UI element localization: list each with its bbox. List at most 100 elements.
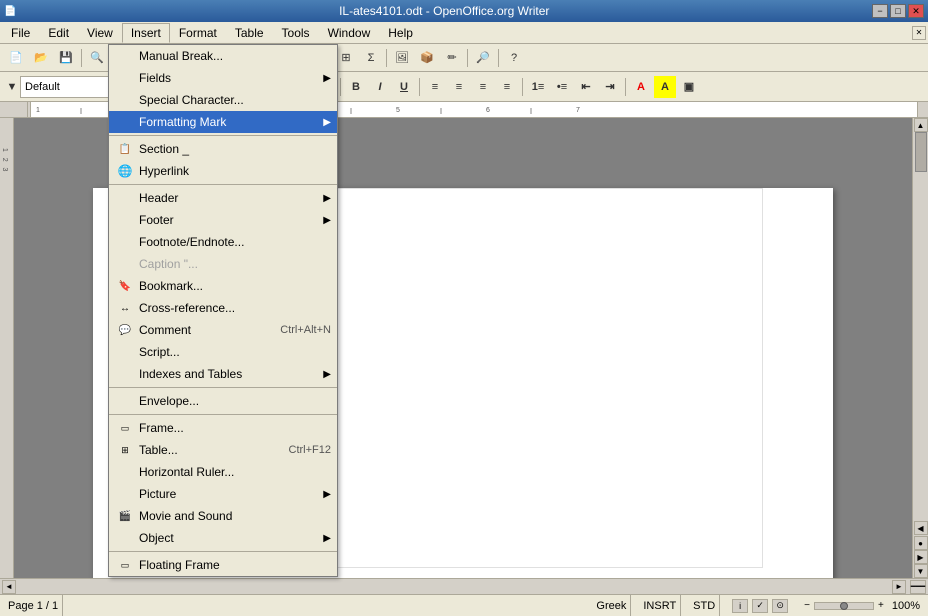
menu-header[interactable]: Header ▶ xyxy=(109,187,337,209)
menu-section[interactable]: 📋 Section _ xyxy=(109,138,337,160)
menu-script[interactable]: Script... xyxy=(109,341,337,363)
menu-special-char[interactable]: Special Character... xyxy=(109,89,337,111)
bold-button[interactable]: B xyxy=(345,76,367,98)
scroll-track[interactable] xyxy=(914,132,928,521)
menu-frame[interactable]: ▭ Frame... xyxy=(109,417,337,439)
floating-frame-icon: ▭ xyxy=(115,555,135,575)
scroll-up-button[interactable]: ▲ xyxy=(914,118,928,132)
formatting-mark-icon xyxy=(115,112,135,132)
underline-button[interactable]: U xyxy=(393,76,415,98)
open-button[interactable]: 📂 xyxy=(29,47,53,69)
titlebar: 📄 IL-ates4101.odt - OpenOffice.org Write… xyxy=(0,0,928,22)
menu-footer-label: Footer xyxy=(139,213,323,227)
menu-manual-break-label: Manual Break... xyxy=(139,49,331,63)
menu-envelope[interactable]: Envelope... xyxy=(109,390,337,412)
menu-file[interactable]: File xyxy=(2,23,39,43)
new-button[interactable]: 📄 xyxy=(4,47,28,69)
menu-view[interactable]: View xyxy=(78,23,122,43)
prev-page-button[interactable]: ◀ xyxy=(914,521,928,535)
menu-comment[interactable]: 💬 Comment Ctrl+Alt+N xyxy=(109,319,337,341)
menu-hyperlink[interactable]: 🌐 Hyperlink xyxy=(109,160,337,182)
scroll-right-button[interactable]: ► xyxy=(892,580,906,594)
menu-fields[interactable]: Fields ▶ xyxy=(109,67,337,89)
menu-picture[interactable]: Picture ▶ xyxy=(109,483,337,505)
style-button[interactable]: ▼ xyxy=(4,76,20,98)
show-functions-button[interactable]: Σ xyxy=(359,47,383,69)
align-left-button[interactable]: ≡ xyxy=(424,76,446,98)
print-preview-button[interactable]: 🔍 xyxy=(85,47,109,69)
hyperlink-menu-icon: 🌐 xyxy=(115,161,135,181)
align-right-button[interactable]: ≡ xyxy=(472,76,494,98)
bullets-button[interactable]: •≡ xyxy=(551,76,573,98)
menu-sep-1 xyxy=(109,135,337,136)
align-center-button[interactable]: ≡ xyxy=(448,76,470,98)
zoom-out-button[interactable]: − xyxy=(804,600,810,611)
justify-button[interactable]: ≡ xyxy=(496,76,518,98)
vertical-scrollbar[interactable]: ▲ ◀ ● ▶ ▼ xyxy=(912,118,928,578)
signature-button[interactable]: ✓ xyxy=(752,599,768,613)
menu-cross-reference[interactable]: ↔ Cross-reference... xyxy=(109,297,337,319)
menu-hyperlink-label: Hyperlink xyxy=(139,164,331,178)
menu-movie-sound-label: Movie and Sound xyxy=(139,509,331,523)
maximize-button[interactable]: □ xyxy=(890,4,906,18)
italic-button[interactable]: I xyxy=(369,76,391,98)
decrease-indent-button[interactable]: ⇤ xyxy=(575,76,597,98)
style-combo[interactable]: Default xyxy=(20,76,120,98)
menu-edit[interactable]: Edit xyxy=(39,23,78,43)
menu-tools[interactable]: Tools xyxy=(273,23,319,43)
menu-help[interactable]: Help xyxy=(379,23,422,43)
menu-footer[interactable]: Footer ▶ xyxy=(109,209,337,231)
help-button[interactable]: ? xyxy=(502,47,526,69)
zoom-slider-area[interactable]: ━━━ xyxy=(910,580,926,594)
scroll-thumb[interactable] xyxy=(915,132,927,172)
toolbar-separator-8 xyxy=(498,49,499,67)
selection-mode[interactable]: STD xyxy=(689,595,720,616)
highlight-button[interactable]: A xyxy=(654,76,676,98)
insert-dropdown-menu: Manual Break... Fields ▶ Special Charact… xyxy=(108,44,338,577)
insert-mode[interactable]: INSRT xyxy=(639,595,681,616)
menu-footnote[interactable]: Footnote/Endnote... xyxy=(109,231,337,253)
scroll-down-button[interactable]: ▼ xyxy=(914,564,928,578)
formatting-mark-arrow-icon: ▶ xyxy=(323,117,331,128)
menu-bookmark[interactable]: 🔖 Bookmark... xyxy=(109,275,337,297)
minimize-button[interactable]: − xyxy=(872,4,888,18)
scroll-left-button[interactable]: ◄ xyxy=(2,580,16,594)
menu-format[interactable]: Format xyxy=(170,23,226,43)
menu-table[interactable]: Table xyxy=(226,23,273,43)
menu-manual-break[interactable]: Manual Break... xyxy=(109,45,337,67)
menu-movie-sound[interactable]: 🎬 Movie and Sound xyxy=(109,505,337,527)
menu-formatting-mark[interactable]: Formatting Mark ▶ xyxy=(109,111,337,133)
scroll-dot-button[interactable]: ● xyxy=(914,536,928,550)
menu-floating-frame[interactable]: ▭ Floating Frame xyxy=(109,554,337,576)
doc-info-button[interactable]: i xyxy=(732,599,748,613)
menu-object[interactable]: Object ▶ xyxy=(109,527,337,549)
horizontal-scrollbar[interactable]: ◄ ► ━━━ xyxy=(0,578,928,594)
save-button[interactable]: 💾 xyxy=(54,47,78,69)
activity-button[interactable]: ⊙ xyxy=(772,599,788,613)
object-menu-icon xyxy=(115,528,135,548)
char-bg-color-button[interactable]: ▣ xyxy=(678,76,700,98)
font-color-button[interactable]: A xyxy=(630,76,652,98)
menu-horizontal-ruler[interactable]: Horizontal Ruler... xyxy=(109,461,337,483)
zoom-slider[interactable] xyxy=(814,602,874,610)
menu-indexes-tables[interactable]: Indexes and Tables ▶ xyxy=(109,363,337,385)
next-page-button[interactable]: ▶ xyxy=(914,550,928,564)
menu-window[interactable]: Window xyxy=(319,23,380,43)
menu-table[interactable]: ⊞ Table... Ctrl+F12 xyxy=(109,439,337,461)
language-indicator[interactable]: Greek xyxy=(592,595,631,616)
find-button[interactable]: 🔎 xyxy=(471,47,495,69)
menu-floating-frame-label: Floating Frame xyxy=(139,558,331,572)
numbering-button[interactable]: 1≡ xyxy=(527,76,549,98)
indexes-icon xyxy=(115,364,135,384)
insert-object-button[interactable]: 📦 xyxy=(415,47,439,69)
menu-insert[interactable]: Insert xyxy=(122,23,170,43)
zoom-in-button[interactable]: + xyxy=(878,600,884,611)
increase-indent-button[interactable]: ⇥ xyxy=(599,76,621,98)
close-button[interactable]: ✕ xyxy=(908,4,924,18)
insert-image-button[interactable]: 🖼 xyxy=(390,47,414,69)
menu-close-icon[interactable]: ✕ xyxy=(912,26,926,40)
drawing-button[interactable]: ✏ xyxy=(440,47,464,69)
hscroll-track[interactable] xyxy=(16,582,892,592)
window-controls: − □ ✕ xyxy=(872,4,924,18)
svg-text:6: 6 xyxy=(486,107,490,114)
